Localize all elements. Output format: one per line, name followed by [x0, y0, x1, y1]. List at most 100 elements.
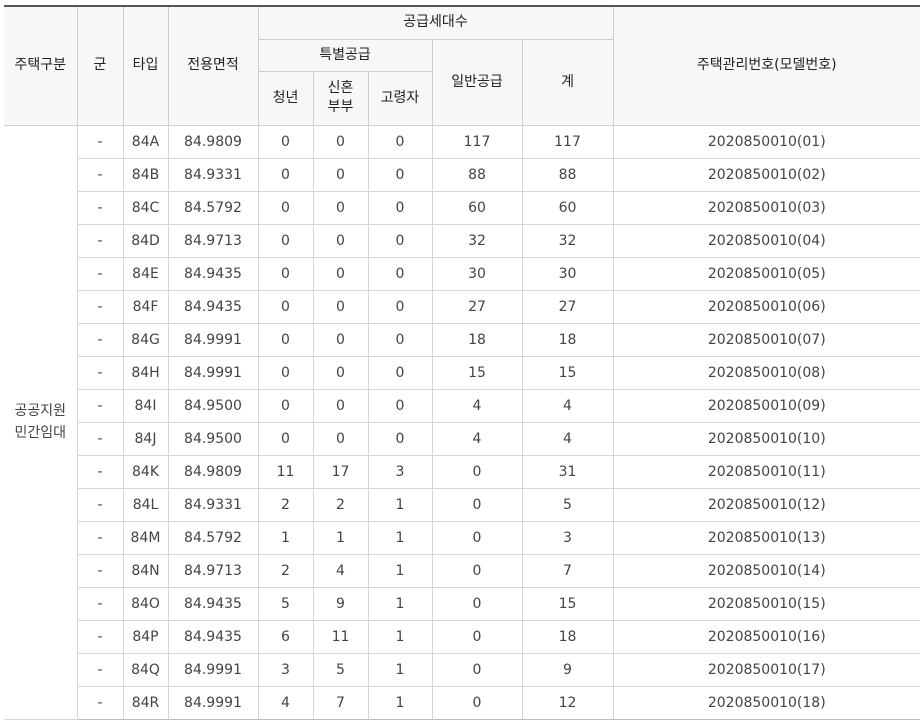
cell-total: 117: [521, 124, 614, 159]
cell-elderly: 0: [367, 355, 433, 390]
cell-newlywed: 4: [312, 553, 369, 588]
cell-gun: -: [77, 322, 124, 357]
cell-elderly: 0: [367, 190, 433, 225]
cell-gun: -: [77, 487, 124, 522]
cell-elderly: 1: [367, 652, 433, 687]
cell-general-supply: 0: [431, 553, 523, 588]
cell-newlywed: 0: [312, 289, 369, 324]
cell-gun: -: [77, 223, 124, 258]
cell-type: 84K: [122, 454, 169, 489]
header-newlywed: 신혼 부부: [312, 70, 369, 126]
table-row: -84L 84.9331 2 2 1 0 5 2020850010(12): [4, 487, 921, 522]
header-general-supply: 일반공급: [431, 38, 523, 126]
cell-newlywed: 5: [312, 652, 369, 687]
cell-area: 84.9713: [167, 553, 259, 588]
cell-type: 84N: [122, 553, 169, 588]
cell-elderly: 3: [367, 454, 433, 489]
cell-area: 84.9331: [167, 157, 259, 192]
table-row: -84F 84.9435 0 0 0 27 27 2020850010(06): [4, 289, 921, 324]
cell-youth: 0: [257, 388, 314, 423]
cell-youth: 0: [257, 190, 314, 225]
table-row: -84M 84.5792 1 1 1 0 3 2020850010(13): [4, 520, 921, 555]
cell-general-supply: 88: [431, 157, 523, 192]
cell-total: 18: [521, 322, 614, 357]
cell-general-supply: 32: [431, 223, 523, 258]
table-row: -84Q 84.9991 3 5 1 0 9 2020850010(17): [4, 652, 921, 687]
cell-type: 84M: [122, 520, 169, 555]
header-total: 계: [521, 38, 614, 126]
cell-type: 84O: [122, 586, 169, 621]
cell-elderly: 1: [367, 619, 433, 654]
table-row: -84B 84.9331 0 0 0 88 88 2020850010(02): [4, 157, 921, 192]
cell-mgmt-no: 2020850010(13): [612, 520, 921, 555]
cell-gun: -: [77, 652, 124, 687]
cell-youth: 0: [257, 322, 314, 357]
cell-mgmt-no: 2020850010(05): [612, 256, 921, 291]
cell-total: 30: [521, 256, 614, 291]
cell-newlywed: 0: [312, 124, 369, 159]
cell-area: 84.9435: [167, 289, 259, 324]
cell-newlywed: 0: [312, 190, 369, 225]
cell-total: 27: [521, 289, 614, 324]
cell-elderly: 1: [367, 487, 433, 522]
cell-mgmt-no: 2020850010(12): [612, 487, 921, 522]
cell-youth: 0: [257, 157, 314, 192]
cell-youth: 0: [257, 223, 314, 258]
cell-newlywed: 0: [312, 322, 369, 357]
cell-area: 84.9331: [167, 487, 259, 522]
cell-gun: -: [77, 520, 124, 555]
cell-total: 4: [521, 388, 614, 423]
cell-general-supply: 60: [431, 190, 523, 225]
cell-gun: -: [77, 157, 124, 192]
cell-mgmt-no: 2020850010(04): [612, 223, 921, 258]
cell-youth: 5: [257, 586, 314, 621]
cell-youth: 0: [257, 421, 314, 456]
cell-newlywed: 0: [312, 157, 369, 192]
header-newlywed-line1: 신혼: [327, 80, 354, 96]
cell-area: 84.9435: [167, 256, 259, 291]
cell-elderly: 0: [367, 223, 433, 258]
cell-total: 12: [521, 685, 614, 720]
cell-general-supply: 4: [431, 421, 523, 456]
table-row: -84K 84.9809 11 17 3 0 31 2020850010(11): [4, 454, 921, 489]
cell-mgmt-no: 2020850010(03): [612, 190, 921, 225]
header-type: 타입: [122, 5, 169, 126]
cell-mgmt-no: 2020850010(11): [612, 454, 921, 489]
cell-area: 84.5792: [167, 190, 259, 225]
table-row: -84C 84.5792 0 0 0 60 60 2020850010(03): [4, 190, 921, 225]
cell-area: 84.9435: [167, 619, 259, 654]
cell-newlywed: 0: [312, 421, 369, 456]
table-header: 주택구분 군 타입 전용면적 공급세대수 주택관리번호(모델번호) 특별공급 일…: [4, 5, 921, 126]
cell-mgmt-no: 2020850010(18): [612, 685, 921, 720]
cell-newlywed: 11: [312, 619, 369, 654]
cell-general-supply: 27: [431, 289, 523, 324]
cell-elderly: 1: [367, 520, 433, 555]
cell-type: 84C: [122, 190, 169, 225]
cell-type: 84H: [122, 355, 169, 390]
cell-total: 31: [521, 454, 614, 489]
cell-mgmt-no: 2020850010(02): [612, 157, 921, 192]
cell-newlywed: 7: [312, 685, 369, 720]
cell-youth: 0: [257, 256, 314, 291]
cell-elderly: 1: [367, 553, 433, 588]
cell-newlywed: 9: [312, 586, 369, 621]
cell-type: 84D: [122, 223, 169, 258]
cell-youth: 2: [257, 487, 314, 522]
cell-youth: 4: [257, 685, 314, 720]
cell-youth: 0: [257, 124, 314, 159]
cell-general-supply: 0: [431, 586, 523, 621]
table-row: 공공지원 민간임대 -84A 84.9809 0 0 0 117 117 2020850010(0…: [4, 124, 921, 720]
cell-elderly: 0: [367, 256, 433, 291]
cell-general-supply: 18: [431, 322, 523, 357]
cell-area: 84.9809: [167, 454, 259, 489]
header-supply-count: 공급세대수: [257, 5, 614, 40]
table-row: -84P 84.9435 6 11 1 0 18 2020850010(16): [4, 619, 921, 654]
cell-gun: -: [77, 421, 124, 456]
cell-general-supply: 0: [431, 652, 523, 687]
cell-newlywed: 1: [312, 520, 369, 555]
cell-area: 84.9991: [167, 652, 259, 687]
cell-total: 18: [521, 619, 614, 654]
cell-total: 88: [521, 157, 614, 192]
header-elderly: 고령자: [367, 70, 432, 126]
cell-area: 84.5792: [167, 520, 259, 555]
